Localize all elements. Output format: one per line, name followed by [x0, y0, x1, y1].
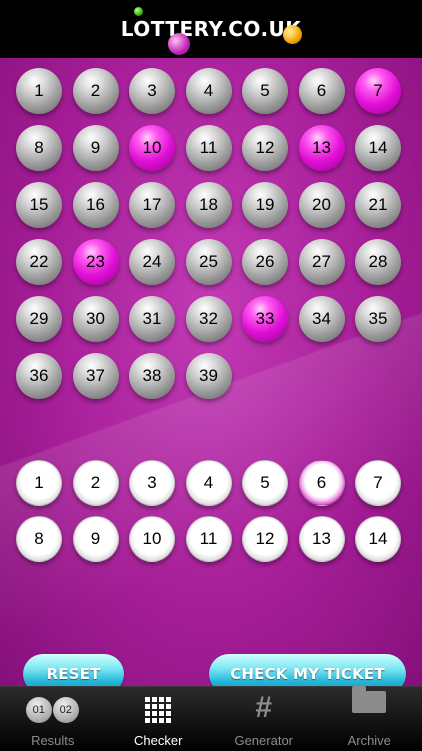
tab-generator-label: Generator: [234, 733, 293, 748]
hash-icon: #: [255, 695, 272, 721]
check-my-ticket-button[interactable]: CHECK MY TICKET: [209, 654, 406, 688]
main-ball-22[interactable]: 22: [16, 239, 62, 285]
tab-checker[interactable]: Checker: [106, 687, 212, 751]
main-ball-35[interactable]: 35: [355, 296, 401, 342]
tab-bar: 01 02 Results Checker # Generator Archiv…: [0, 686, 422, 751]
main-ball-6[interactable]: 6: [299, 68, 345, 114]
main-ball-23[interactable]: 23: [73, 239, 119, 285]
bonus-ball-8[interactable]: 8: [16, 516, 62, 562]
main-ball-5[interactable]: 5: [242, 68, 288, 114]
tab-archive-label: Archive: [348, 733, 391, 748]
folder-icon: [352, 691, 386, 713]
bonus-ball-1[interactable]: 1: [16, 460, 62, 506]
main-ball-37[interactable]: 37: [73, 353, 119, 399]
main-ball-12[interactable]: 12: [242, 125, 288, 171]
tab-results-label: Results: [31, 733, 74, 748]
results-balls-icon: 01 02: [26, 697, 80, 723]
main-ball-11[interactable]: 11: [186, 125, 232, 171]
results-ball-01: 01: [26, 697, 52, 723]
main-ball-21[interactable]: 21: [355, 182, 401, 228]
main-ball-27[interactable]: 27: [299, 239, 345, 285]
tab-results[interactable]: 01 02 Results: [0, 687, 106, 751]
main-ball-7[interactable]: 7: [355, 68, 401, 114]
main-ball-28[interactable]: 28: [355, 239, 401, 285]
main-ball-26[interactable]: 26: [242, 239, 288, 285]
grid-icon: [145, 697, 171, 723]
app-header: LOTTERY.CO.UK: [0, 0, 422, 58]
app-logo: LOTTERY.CO.UK: [0, 17, 422, 41]
main-ball-8[interactable]: 8: [16, 125, 62, 171]
main-ball-20[interactable]: 20: [299, 182, 345, 228]
main-ball-17[interactable]: 17: [129, 182, 175, 228]
main-ball-39[interactable]: 39: [186, 353, 232, 399]
bonus-ball-2[interactable]: 2: [73, 460, 119, 506]
bonus-number-grid: 1234567891011121314: [16, 460, 401, 562]
main-ball-2[interactable]: 2: [73, 68, 119, 114]
bonus-ball-4[interactable]: 4: [186, 460, 232, 506]
bonus-ball-10[interactable]: 10: [129, 516, 175, 562]
main-ball-34[interactable]: 34: [299, 296, 345, 342]
bonus-ball-14[interactable]: 14: [355, 516, 401, 562]
tab-archive[interactable]: Archive: [317, 687, 422, 751]
main-ball-25[interactable]: 25: [186, 239, 232, 285]
main-ball-15[interactable]: 15: [16, 182, 62, 228]
bonus-ball-5[interactable]: 5: [242, 460, 288, 506]
main-ball-19[interactable]: 19: [242, 182, 288, 228]
main-number-grid: 1234567891011121314151617181920212223242…: [16, 68, 401, 399]
main-ball-1[interactable]: 1: [16, 68, 62, 114]
bonus-ball-11[interactable]: 11: [186, 516, 232, 562]
logo-green-ball-icon: [134, 7, 143, 16]
main-ball-9[interactable]: 9: [73, 125, 119, 171]
main-ball-31[interactable]: 31: [129, 296, 175, 342]
logo-orange-ball-icon: [283, 25, 302, 44]
main-ball-16[interactable]: 16: [73, 182, 119, 228]
bonus-ball-13[interactable]: 13: [299, 516, 345, 562]
main-ball-13[interactable]: 13: [299, 125, 345, 171]
main-ball-10[interactable]: 10: [129, 125, 175, 171]
bonus-ball-3[interactable]: 3: [129, 460, 175, 506]
main-ball-24[interactable]: 24: [129, 239, 175, 285]
bonus-ball-9[interactable]: 9: [73, 516, 119, 562]
bonus-ball-12[interactable]: 12: [242, 516, 288, 562]
main-ball-30[interactable]: 30: [73, 296, 119, 342]
logo-pink-ball-icon: [168, 33, 190, 55]
main-ball-29[interactable]: 29: [16, 296, 62, 342]
main-ball-33[interactable]: 33: [242, 296, 288, 342]
bonus-ball-6[interactable]: 6: [299, 460, 345, 506]
tab-checker-label: Checker: [134, 733, 182, 748]
main-ball-18[interactable]: 18: [186, 182, 232, 228]
main-ball-36[interactable]: 36: [16, 353, 62, 399]
main-ball-38[interactable]: 38: [129, 353, 175, 399]
main-ball-32[interactable]: 32: [186, 296, 232, 342]
main-ball-4[interactable]: 4: [186, 68, 232, 114]
main-ball-14[interactable]: 14: [355, 125, 401, 171]
bonus-ball-7[interactable]: 7: [355, 460, 401, 506]
results-ball-02: 02: [53, 697, 79, 723]
tab-generator[interactable]: # Generator: [211, 687, 317, 751]
reset-button[interactable]: RESET: [23, 654, 124, 688]
main-ball-3[interactable]: 3: [129, 68, 175, 114]
checker-panel: 1234567891011121314151617181920212223242…: [0, 58, 422, 688]
